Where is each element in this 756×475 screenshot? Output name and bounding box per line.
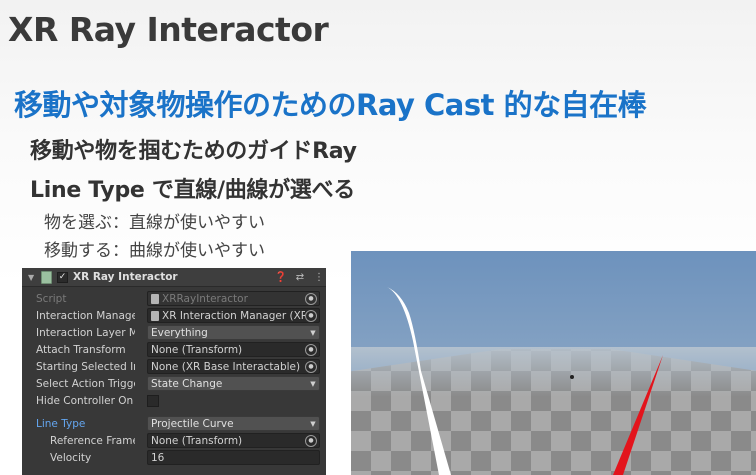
slide-title: XR Ray Interactor [8, 10, 329, 49]
row-starting-selected-interactable: Starting Selected Intera None (XR Base I… [22, 358, 326, 375]
field-label: Velocity [50, 451, 92, 464]
object-picker-icon[interactable]: ● [305, 292, 317, 305]
script-icon [41, 270, 52, 284]
row-line-type: Line Type Projectile Curve ▼ [22, 415, 326, 432]
field-label: Hide Controller On Sele [36, 394, 135, 407]
attach-transform-field[interactable]: None (Transform) ● [147, 342, 320, 357]
starting-selected-interactable-field[interactable]: None (XR Base Interactable) ● [147, 359, 320, 374]
script-file-icon [151, 293, 159, 304]
row-select-action-trigger: Select Action Trigger State Change ▼ [22, 375, 326, 392]
scene-canvas [351, 251, 756, 475]
dropdown-arrow-icon: ▼ [310, 328, 316, 337]
sub-bullet-select-object: 物を選ぶ：直線が使いやすい [44, 213, 265, 233]
dropdown-arrow-icon: ▼ [310, 419, 316, 428]
sub-bullet-teleport: 移動する：曲線が使いやすい [44, 241, 265, 261]
select-action-trigger-dropdown[interactable]: State Change ▼ [147, 376, 320, 391]
foldout-arrow-icon[interactable]: ▼ [28, 273, 36, 282]
scene-view[interactable] [351, 251, 756, 475]
object-picker-icon[interactable]: ● [305, 360, 317, 373]
row-script: Script XRRayInteractor ● [22, 290, 326, 307]
component-title: XR Ray Interactor [73, 271, 178, 283]
interaction-layer-mask-dropdown[interactable]: Everything ▼ [147, 325, 320, 340]
question-icon[interactable]: ❓ [274, 272, 288, 283]
component-header[interactable]: ▼ ✓ XR Ray Interactor ❓ ⇄ ⋮ [22, 268, 326, 287]
component-icon [151, 310, 159, 321]
row-interaction-layer-mask: Interaction Layer Mask Everything ▼ [22, 324, 326, 341]
reference-frame-field[interactable]: None (Transform) ● [147, 433, 320, 448]
component-enabled-checkbox[interactable]: ✓ [57, 271, 68, 283]
ray-hit-point [570, 375, 574, 379]
bullet-line-type: Line Type で直線/曲線が選べる [30, 178, 355, 203]
unity-inspector-panel: ▼ ✓ XR Ray Interactor ❓ ⇄ ⋮ Script XRRay… [22, 268, 326, 475]
field-label: Reference Frame [50, 434, 135, 447]
bullet-guide-ray: 移動や物を掴むためのガイドRay [30, 139, 357, 164]
line-type-dropdown[interactable]: Projectile Curve ▼ [147, 416, 320, 431]
field-label: Interaction Manager [36, 309, 135, 322]
interaction-manager-field[interactable]: XR Interaction Manager (XRInte ● [147, 308, 320, 323]
object-picker-icon[interactable]: ● [305, 309, 317, 322]
row-interaction-manager: Interaction Manager XR Interaction Manag… [22, 307, 326, 324]
velocity-input[interactable]: 16 [147, 450, 320, 465]
preset-icon[interactable]: ⇄ [293, 272, 307, 283]
field-label: Select Action Trigger [36, 377, 135, 390]
row-reference-frame: Reference Frame None (Transform) ● [22, 432, 326, 449]
row-attach-transform: Attach Transform None (Transform) ● [22, 341, 326, 358]
hide-controller-checkbox[interactable] [147, 394, 159, 407]
more-icon[interactable]: ⋮ [312, 272, 326, 283]
row-velocity: Velocity 16 [22, 449, 326, 466]
slide-heading: 移動や対象物操作のためのRay Cast 的な自在棒 [14, 88, 647, 122]
field-label: Script [36, 292, 67, 305]
horizon-fog [351, 347, 756, 397]
field-label: Attach Transform [36, 343, 126, 356]
object-picker-icon[interactable]: ● [305, 434, 317, 447]
dropdown-arrow-icon: ▼ [310, 379, 316, 388]
row-hide-controller: Hide Controller On Sele [22, 392, 326, 409]
script-field[interactable]: XRRayInteractor ● [147, 291, 320, 306]
field-label: Starting Selected Intera [36, 360, 135, 373]
field-label: Line Type [36, 417, 86, 430]
field-label: Interaction Layer Mask [36, 326, 135, 339]
object-picker-icon[interactable]: ● [305, 343, 317, 356]
